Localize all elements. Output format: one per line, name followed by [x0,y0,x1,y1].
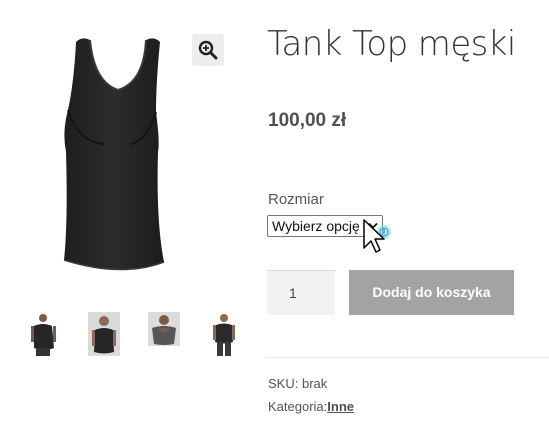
category-link[interactable]: Inne [327,399,354,414]
sku-label: SKU: [268,376,299,391]
divider [267,357,549,358]
sku-value: brak [301,376,328,391]
thumbnail-model-side[interactable] [208,312,240,356]
thumbnail-model-front[interactable] [88,312,120,356]
product-price: 100,00 zł [268,110,347,131]
zoom-in-icon [198,40,218,60]
product-page: Tank Top męski 100,00 zł Rozmiar Wybierz… [0,0,549,431]
add-to-cart-button[interactable]: Dodaj do koszyka [349,270,514,315]
chevron-down-icon [367,216,379,236]
product-title: Tank Top męski [267,24,516,64]
category-meta: Kategoria:Inne [268,399,354,414]
thumbnail-front[interactable] [28,312,60,356]
zoom-button[interactable] [192,34,224,66]
size-label: Rozmiar [268,191,324,208]
size-select[interactable]: Wybierz opcję [267,215,383,237]
category-label: Kategoria: [268,399,328,414]
thumbnail-model-back[interactable] [148,312,180,356]
size-select-value: Wybierz opcję [272,218,360,234]
quantity-input[interactable]: 1 [267,270,335,315]
sku-meta: SKU: brak [268,376,327,391]
